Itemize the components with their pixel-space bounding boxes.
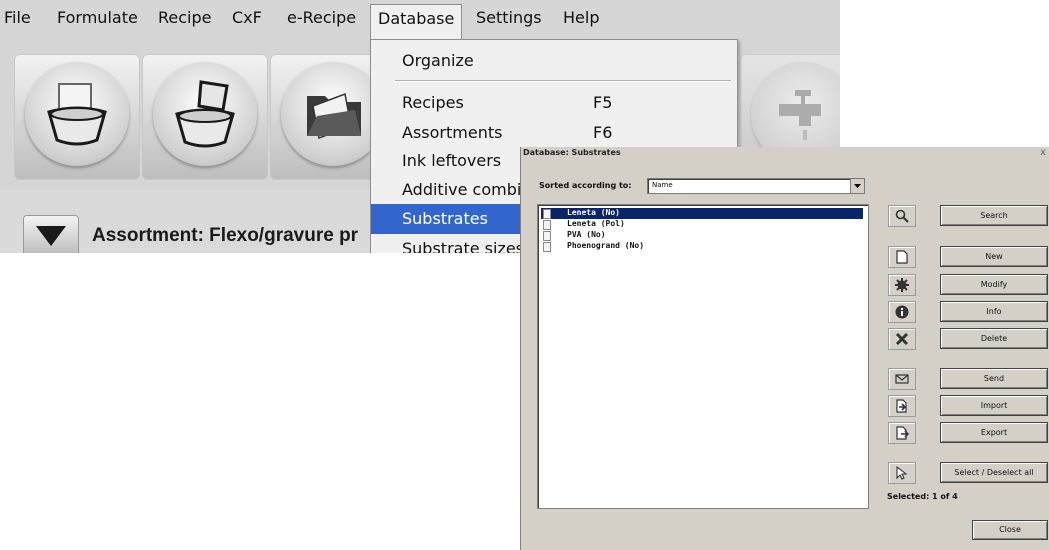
- selected-count: Selected: 1 of 4: [887, 492, 958, 501]
- delete-icon-box: [888, 328, 916, 350]
- sort-label: Sorted according to:: [539, 181, 632, 190]
- list-item-label: Leneta (No): [567, 208, 620, 217]
- export-icon-box: [888, 422, 916, 444]
- list-item-label: Leneta (Pol): [567, 219, 625, 228]
- menu-item-label: Ink leftovers: [402, 151, 502, 170]
- info-icon-box: [888, 301, 916, 323]
- menu-item-label: Recipes: [402, 93, 464, 112]
- send-button[interactable]: Send: [940, 368, 1048, 389]
- dialog-title-bar: Database: Substrates x: [521, 147, 1049, 161]
- delete-button[interactable]: Delete: [940, 328, 1048, 349]
- info-icon: [895, 305, 909, 319]
- close-icon[interactable]: x: [1040, 147, 1046, 158]
- new-recipe-icon: [47, 83, 107, 146]
- search-button[interactable]: Search: [940, 205, 1048, 226]
- menu-separator: [395, 80, 731, 82]
- menu-cxf[interactable]: CxF: [232, 8, 262, 27]
- menu-item-recipes[interactable]: Recipes F5: [371, 88, 737, 118]
- menu-recipe[interactable]: Recipe: [158, 8, 211, 27]
- substrate-icon: [543, 242, 551, 252]
- sort-dropdown-value: Name: [652, 181, 673, 189]
- menu-item-assortments[interactable]: Assortments F6: [371, 118, 737, 148]
- menu-item-shortcut: F5: [593, 93, 613, 112]
- menu-file[interactable]: File: [4, 8, 31, 27]
- import-icon: [896, 399, 907, 413]
- menu-item-label: Substrates: [402, 209, 488, 228]
- triangle-down-icon: [36, 226, 66, 246]
- menu-item-label: Organize: [402, 51, 474, 70]
- modify-button[interactable]: Modify: [940, 274, 1048, 295]
- substrates-dialog: Database: Substrates x Sorted according …: [520, 147, 1049, 550]
- modify-icon-box: [888, 274, 916, 296]
- export-button[interactable]: Export: [940, 422, 1048, 443]
- new-icon-box: [888, 246, 916, 268]
- pour-ink-icon: [175, 80, 235, 148]
- list-item[interactable]: Leneta (No): [541, 208, 863, 219]
- close-button[interactable]: Close: [972, 520, 1048, 540]
- select-icon-box: [888, 462, 916, 484]
- new-recipe-button[interactable]: [14, 54, 140, 180]
- new-button[interactable]: New: [940, 246, 1048, 267]
- chevron-down-icon: [854, 184, 861, 188]
- substrate-icon: [543, 220, 551, 230]
- list-item-label: Phoenogrand (No): [567, 241, 645, 250]
- select-deselect-all-button[interactable]: Select / Deselect all: [940, 462, 1048, 483]
- list-item-label: PVA (No): [567, 230, 606, 239]
- cursor-arrow-icon: [896, 466, 908, 480]
- list-item[interactable]: Leneta (Pol): [541, 219, 863, 230]
- import-icon-box: [888, 395, 916, 417]
- menu-formulate[interactable]: Formulate: [57, 8, 138, 27]
- menu-item-organize[interactable]: Organize: [371, 46, 737, 76]
- delete-x-icon: [895, 332, 909, 346]
- menu-item-label: Additive combi: [402, 180, 522, 199]
- export-icon: [896, 426, 909, 440]
- substrate-icon: [543, 231, 551, 241]
- envelope-icon: [895, 374, 909, 384]
- open-folder-icon: [307, 92, 361, 140]
- import-button[interactable]: Import: [940, 395, 1048, 416]
- menu-database[interactable]: Database: [370, 4, 463, 41]
- menu-help[interactable]: Help: [563, 8, 599, 27]
- assortment-label: Assortment: Flexo/gravure pr: [92, 225, 359, 246]
- menu-item-shortcut: F6: [593, 123, 613, 142]
- menu-e-recipe[interactable]: e-Recipe: [287, 8, 356, 27]
- faucet-icon: [779, 90, 821, 140]
- search-icon-box: [888, 205, 916, 227]
- menu-item-label: Assortments: [402, 123, 503, 142]
- info-button[interactable]: Info: [940, 301, 1048, 322]
- menu-item-label: Substrate sizes: [402, 239, 525, 253]
- dialog-title: Database: Substrates: [523, 148, 621, 157]
- sort-dropdown[interactable]: Name: [647, 178, 865, 194]
- search-icon: [895, 209, 909, 223]
- dropdown-arrow-button[interactable]: [850, 179, 864, 193]
- assortment-toggle-button[interactable]: [23, 215, 79, 253]
- send-icon-box: [888, 368, 916, 390]
- substrate-list[interactable]: Leneta (No) Leneta (Pol) PVA (No) Phoeno…: [537, 204, 869, 509]
- new-document-icon: [896, 250, 908, 264]
- substrate-icon: [543, 209, 551, 219]
- menu-bar: File Formulate Recipe CxF e-Recipe Datab…: [0, 0, 840, 41]
- gear-icon: [895, 278, 909, 292]
- list-item[interactable]: PVA (No): [541, 230, 863, 241]
- pour-ink-button[interactable]: [142, 54, 268, 180]
- menu-settings[interactable]: Settings: [476, 8, 542, 27]
- list-item[interactable]: Phoenogrand (No): [541, 241, 863, 252]
